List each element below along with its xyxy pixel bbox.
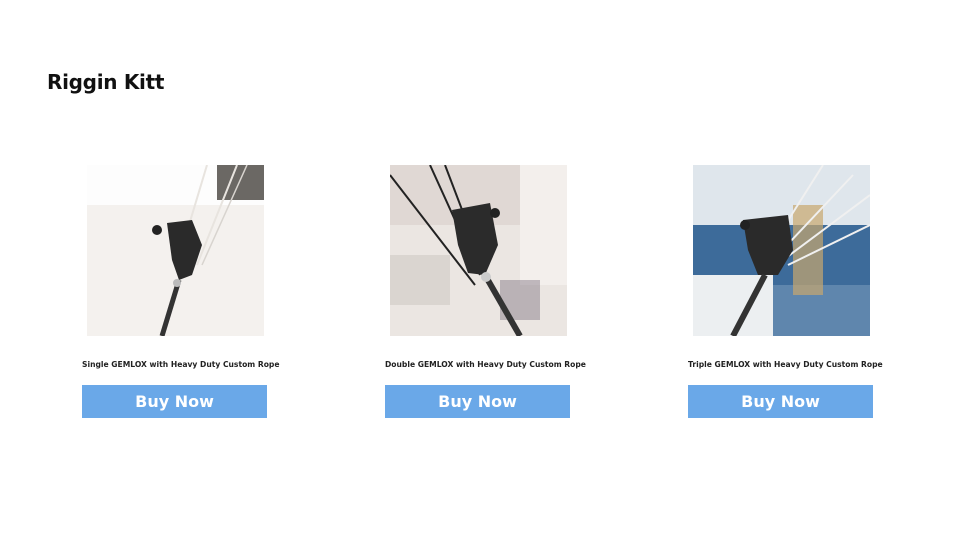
- product-card-single: Single GEMLOX with Heavy Duty Custom Rop…: [82, 165, 280, 418]
- product-image-triple[interactable]: [693, 165, 870, 336]
- product-title: Triple GEMLOX with Heavy Duty Custom Rop…: [688, 360, 883, 369]
- buy-now-button[interactable]: Buy Now: [688, 385, 873, 418]
- buy-now-button[interactable]: Buy Now: [82, 385, 267, 418]
- product-card-double: Double GEMLOX with Heavy Duty Custom Rop…: [385, 165, 586, 418]
- page-title: Riggin Kitt: [47, 70, 165, 94]
- product-image-double[interactable]: [390, 165, 567, 336]
- product-title: Double GEMLOX with Heavy Duty Custom Rop…: [385, 360, 586, 369]
- product-card-triple: Triple GEMLOX with Heavy Duty Custom Rop…: [688, 165, 883, 418]
- buy-now-button[interactable]: Buy Now: [385, 385, 570, 418]
- product-title: Single GEMLOX with Heavy Duty Custom Rop…: [82, 360, 280, 369]
- product-image-single[interactable]: [87, 165, 264, 336]
